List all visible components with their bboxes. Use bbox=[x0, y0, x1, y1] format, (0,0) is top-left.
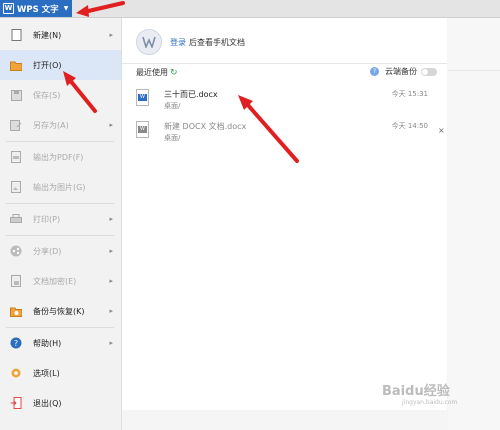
save-icon bbox=[10, 89, 22, 101]
image-export-icon bbox=[10, 181, 22, 193]
svg-text:?: ? bbox=[14, 339, 18, 348]
file-path: 桌面/ bbox=[164, 102, 181, 110]
file-time: 今天 15:31 bbox=[391, 90, 428, 98]
exit-icon bbox=[10, 397, 22, 409]
document-background bbox=[448, 18, 500, 430]
submenu-arrow-icon: ▸ bbox=[109, 307, 113, 315]
menu-item-encrypt[interactable]: 文档加密(E) ▸ bbox=[0, 266, 121, 296]
wps-logo-icon bbox=[142, 36, 156, 48]
submenu-arrow-icon: ▸ bbox=[109, 277, 113, 285]
menu-item-label: 输出为图片(G) bbox=[33, 182, 86, 192]
menu-item-label: 保存(S) bbox=[33, 90, 61, 100]
watermark: Baidu经验 bbox=[382, 384, 450, 399]
menu-item-label: 选项(L) bbox=[33, 368, 60, 378]
file-name: 三十而已.docx bbox=[164, 90, 218, 99]
submenu-arrow-icon: ▸ bbox=[109, 31, 113, 39]
menu-item-label: 帮助(H) bbox=[33, 338, 62, 348]
login-link[interactable]: 登录 bbox=[170, 37, 186, 48]
share-icon bbox=[10, 245, 22, 257]
backup-icon bbox=[10, 305, 22, 317]
app-title: WPS 文字 bbox=[17, 4, 59, 15]
menu-item-backup[interactable]: 备份与恢复(K) ▸ bbox=[0, 296, 121, 326]
recent-header: 最近使用 ↻ bbox=[136, 67, 178, 78]
recent-file-item[interactable]: W 三十而已.docx 桌面/ 今天 15:31 bbox=[136, 89, 436, 115]
menu-item-export-pdf[interactable]: 输出为PDF(F) bbox=[0, 142, 121, 172]
menu-item-exit[interactable]: 退出(Q) bbox=[0, 388, 121, 418]
menu-item-label: 打开(O) bbox=[33, 60, 62, 70]
print-icon bbox=[10, 213, 22, 225]
login-row: 登录 后查看手机文档 bbox=[136, 28, 245, 56]
file-name: 新建 DOCX 文档.docx bbox=[164, 122, 247, 131]
file-menu: 新建(N) ▸ 打开(O) 保存(S) 另存为(A) ▸ 输出为PDF(F) 输… bbox=[0, 18, 122, 430]
menu-item-label: 备份与恢复(K) bbox=[33, 306, 85, 316]
refresh-icon[interactable]: ↻ bbox=[170, 68, 178, 78]
help-icon: ? bbox=[10, 337, 22, 349]
menu-item-label: 文档加密(E) bbox=[33, 276, 77, 286]
menu-item-options[interactable]: 选项(L) bbox=[0, 358, 121, 388]
docx-file-icon: W bbox=[136, 89, 149, 106]
cloud-backup-toggle[interactable] bbox=[421, 67, 437, 76]
recent-title: 最近使用 bbox=[136, 68, 168, 77]
save-as-icon bbox=[10, 119, 22, 131]
menu-item-share[interactable]: 分享(D) ▸ bbox=[0, 236, 121, 266]
pdf-icon bbox=[10, 151, 22, 163]
wps-logo-icon: W bbox=[3, 3, 14, 14]
word-badge-icon: W bbox=[138, 94, 147, 101]
folder-open-icon bbox=[10, 59, 22, 71]
title-bar: W WPS 文字 ▼ bbox=[0, 0, 500, 18]
file-time: 今天 14:50 bbox=[391, 122, 428, 130]
remove-recent-close-icon[interactable]: × bbox=[438, 126, 445, 135]
login-hint: 后查看手机文档 bbox=[189, 37, 245, 47]
word-badge-icon: W bbox=[138, 126, 147, 133]
watermark-url: jingyan.baidu.com bbox=[402, 399, 458, 406]
open-panel: 登录 后查看手机文档 最近使用 ↻ ? 云端备份 W 三十而已.docx 桌面/… bbox=[122, 18, 447, 410]
docx-file-icon: W bbox=[136, 121, 149, 138]
menu-item-label: 分享(D) bbox=[33, 246, 62, 256]
submenu-arrow-icon: ▸ bbox=[109, 247, 113, 255]
submenu-arrow-icon: ▸ bbox=[109, 339, 113, 347]
toggle-knob bbox=[422, 68, 428, 75]
divider bbox=[122, 63, 447, 64]
toolbar-area bbox=[448, 18, 500, 71]
submenu-arrow-icon: ▸ bbox=[109, 121, 113, 129]
avatar[interactable] bbox=[136, 29, 162, 55]
submenu-arrow-icon: ▸ bbox=[109, 215, 113, 223]
menu-item-label: 输出为PDF(F) bbox=[33, 152, 84, 162]
caret-down-icon: ▼ bbox=[63, 5, 69, 12]
recent-file-item[interactable]: W 新建 DOCX 文档.docx 桌面/ 今天 14:50 bbox=[136, 121, 436, 147]
menu-item-label: 新建(N) bbox=[33, 30, 62, 40]
menu-item-open[interactable]: 打开(O) bbox=[0, 50, 121, 80]
lock-icon bbox=[10, 275, 22, 287]
menu-item-export-image[interactable]: 输出为图片(G) bbox=[0, 172, 121, 202]
menu-item-save-as[interactable]: 另存为(A) ▸ bbox=[0, 110, 121, 140]
gear-icon bbox=[10, 367, 22, 379]
cloud-backup-row: ? 云端备份 bbox=[370, 66, 437, 77]
menu-item-print[interactable]: 打印(P) ▸ bbox=[0, 204, 121, 234]
new-doc-icon bbox=[10, 29, 22, 41]
app-menu-button[interactable]: W WPS 文字 ▼ bbox=[0, 0, 72, 17]
menu-item-label: 退出(Q) bbox=[33, 398, 62, 408]
menu-item-help[interactable]: ? 帮助(H) ▸ bbox=[0, 328, 121, 358]
menu-item-new[interactable]: 新建(N) ▸ bbox=[0, 20, 121, 50]
cloud-backup-label: 云端备份 bbox=[385, 67, 417, 76]
menu-item-label: 打印(P) bbox=[33, 214, 61, 224]
menu-item-save[interactable]: 保存(S) bbox=[0, 80, 121, 110]
menu-item-label: 另存为(A) bbox=[33, 120, 69, 130]
help-icon[interactable]: ? bbox=[370, 67, 379, 76]
file-path: 桌面/ bbox=[164, 134, 181, 142]
